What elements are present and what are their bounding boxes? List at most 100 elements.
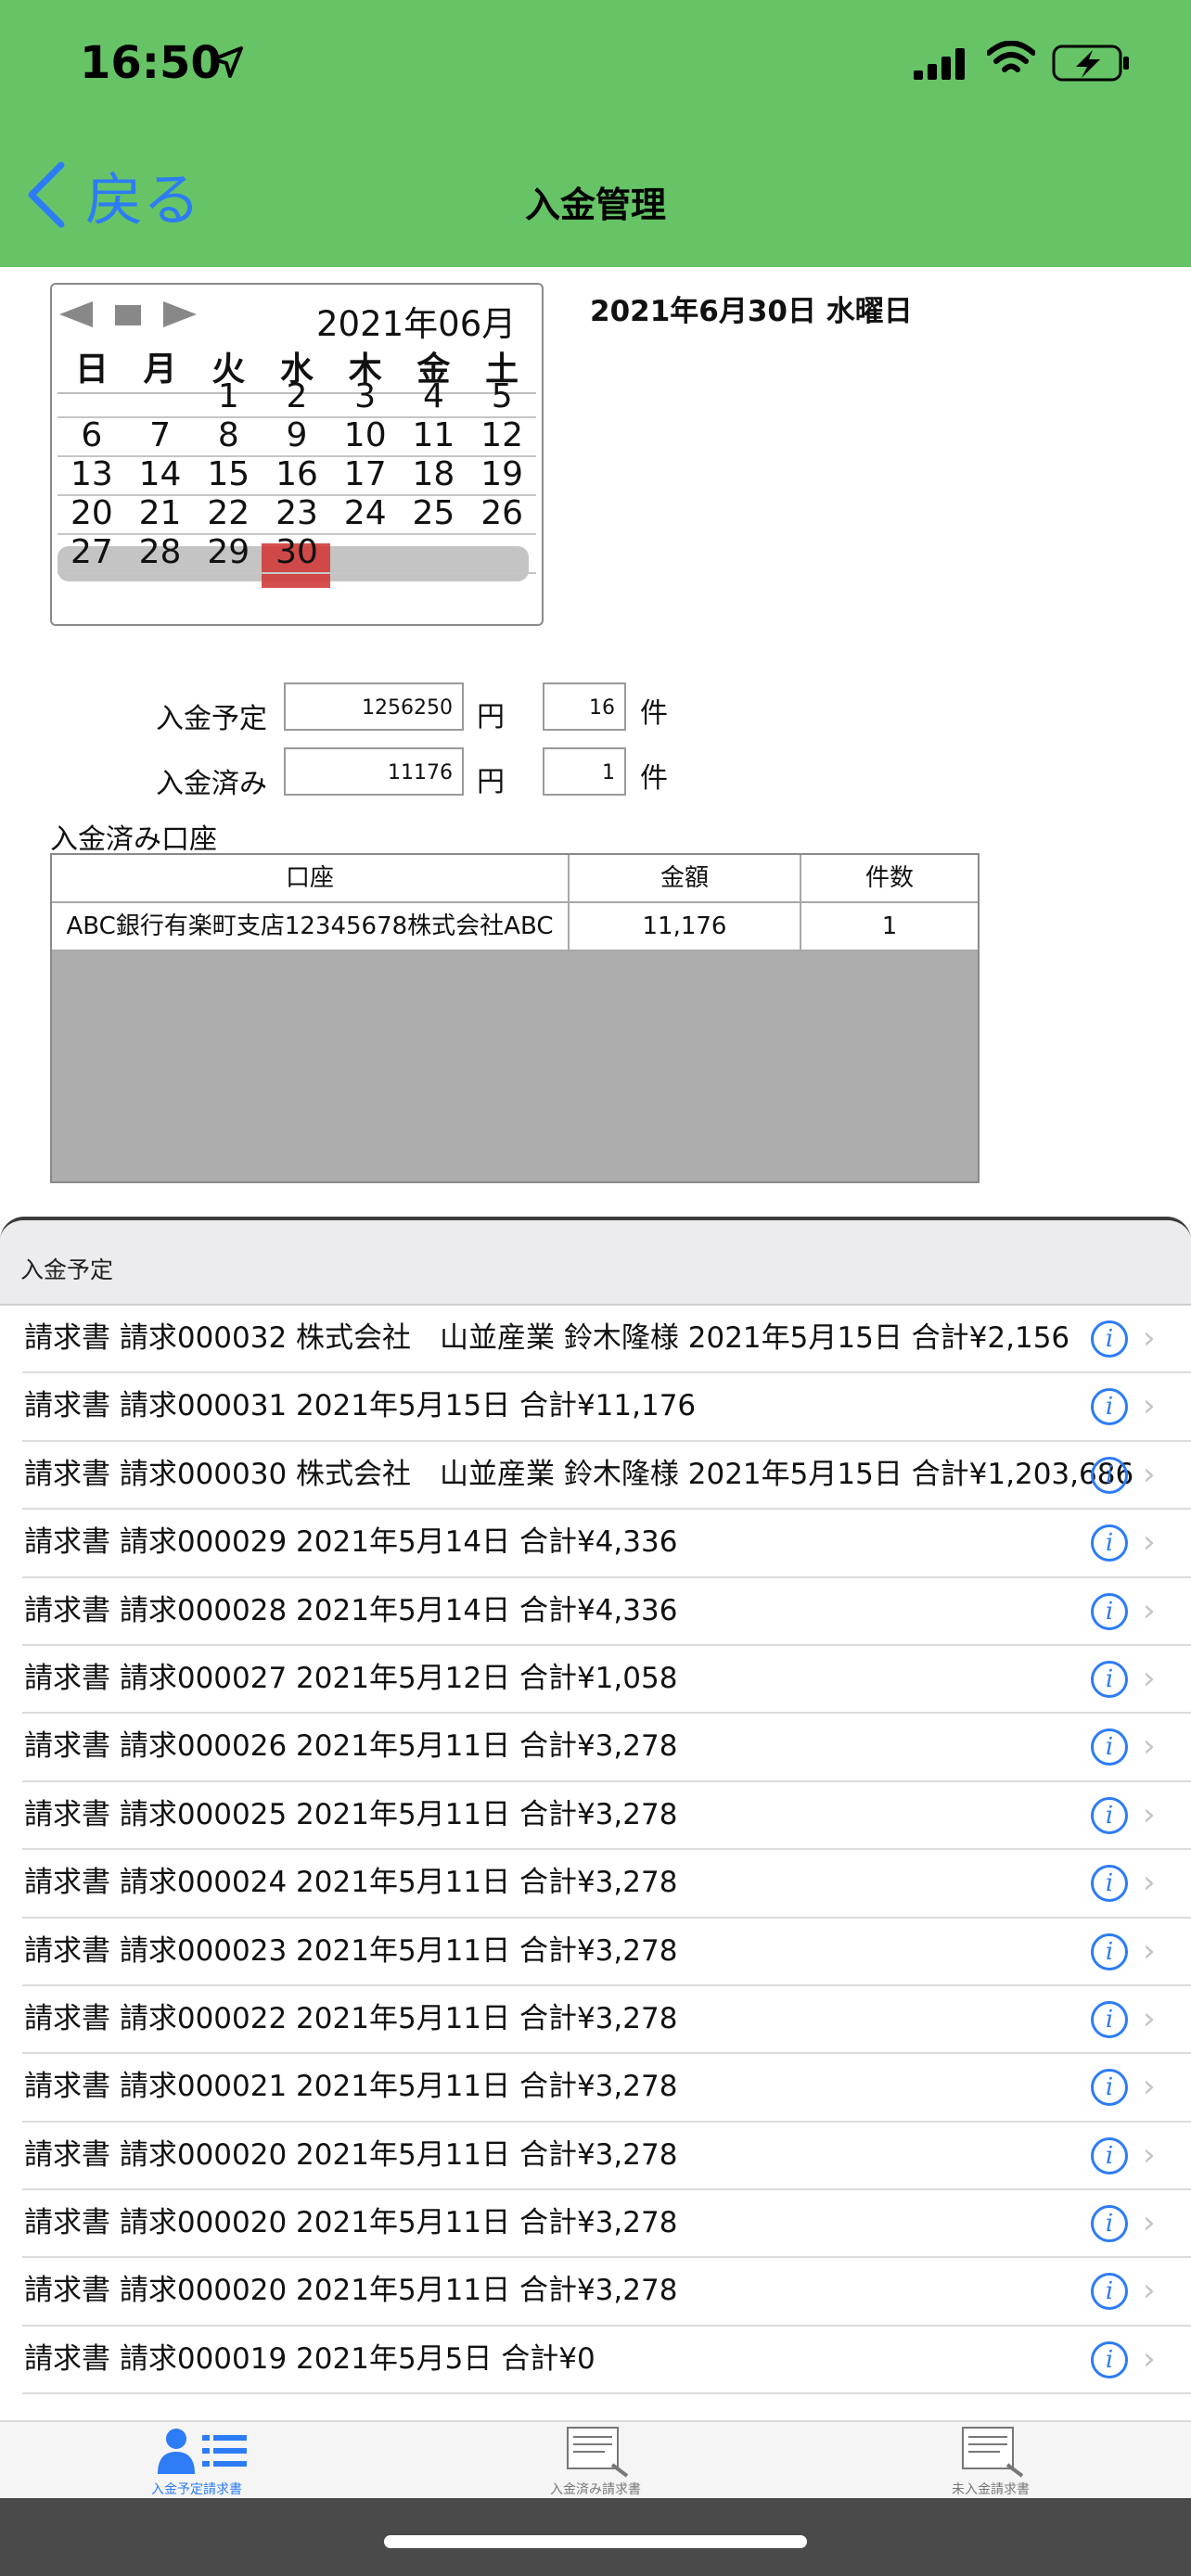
info-icon[interactable]: i [1091, 2000, 1128, 2038]
tab-unpaid-invoices[interactable]: 未入金請求書 [870, 2422, 1111, 2500]
wifi-icon [987, 41, 1035, 72]
info-icon[interactable]: i [1091, 1660, 1128, 1698]
list-item[interactable]: 請求書 請求000023 2021年5月11日 合計¥3,278 i › [22, 1919, 1191, 1986]
list-item[interactable]: 請求書 請求000020 2021年5月11日 合計¥3,278 i › [22, 2123, 1191, 2191]
info-icon[interactable]: i [1091, 1728, 1128, 1766]
scheduled-count-field[interactable]: 16 [543, 682, 626, 731]
calendar-day[interactable]: 10 [331, 416, 400, 455]
info-icon[interactable]: i [1091, 2205, 1128, 2243]
calendar-day[interactable]: 24 [331, 494, 400, 533]
list-item[interactable]: 請求書 請求000029 2021年5月14日 合計¥4,336 i › [22, 1510, 1191, 1578]
count-cell: 1 [801, 903, 978, 951]
invoice-list-sheet: 入金予定 請求書 請求000032 株式会社 山並産業 鈴木隆様 2021年5月… [0, 1217, 1191, 2426]
chevron-right-icon: › [1143, 2340, 1156, 2378]
scheduled-label: 入金予定 [156, 703, 267, 735]
tab-label: 入金予定請求書 [151, 2482, 242, 2497]
today-icon[interactable] [115, 305, 141, 325]
list-item[interactable]: 請求書 請求000030 株式会社 山並産業 鈴木隆様 2021年5月15日 合… [22, 1442, 1191, 1511]
info-icon[interactable]: i [1091, 1456, 1128, 1494]
list-item[interactable]: 請求書 請求000028 2021年5月14日 合計¥4,336 i › [22, 1578, 1191, 1646]
calendar-day[interactable]: 21 [126, 494, 195, 533]
list-item[interactable]: 請求書 請求000031 2021年5月15日 合計¥11,176 i › [22, 1373, 1191, 1442]
tab-label: 未入金請求書 [952, 2482, 1030, 2497]
calendar-day[interactable]: 20 [58, 494, 126, 533]
info-icon[interactable]: i [1091, 2273, 1128, 2311]
calendar-day[interactable]: 26 [467, 494, 536, 533]
list-item[interactable]: 請求書 請求000024 2021年5月11日 合計¥3,278 i › [22, 1850, 1191, 1919]
next-month-icon[interactable] [163, 301, 197, 327]
info-icon[interactable]: i [1091, 1932, 1128, 1970]
calendar-day[interactable]: 14 [126, 455, 195, 494]
invoice-summary: 請求書 請求000032 株式会社 山並産業 鈴木隆様 2021年5月15日 合… [24, 1321, 1070, 1355]
info-icon[interactable]: i [1091, 1592, 1128, 1630]
calendar-day[interactable]: 8 [194, 416, 263, 455]
info-icon[interactable]: i [1091, 1796, 1128, 1834]
info-icon[interactable]: i [1091, 1865, 1128, 1903]
chevron-right-icon: › [1143, 2204, 1156, 2242]
calendar-day[interactable]: 25 [400, 494, 468, 533]
invoice-summary: 請求書 請求000029 2021年5月14日 合計¥4,336 [24, 1525, 678, 1560]
info-icon[interactable]: i [1091, 1388, 1128, 1426]
account-cell: ABC銀行有楽町支店12345678株式会社ABC [52, 903, 570, 951]
info-icon[interactable]: i [1091, 2136, 1128, 2174]
calendar-day[interactable]: 19 [467, 455, 536, 494]
list-item[interactable]: 請求書 請求000020 2021年5月11日 合計¥3,278 i › [22, 2258, 1191, 2327]
calendar-day[interactable]: 1 [194, 377, 263, 416]
list-item[interactable]: 請求書 請求000020 2021年5月11日 合計¥3,278 i › [22, 2190, 1191, 2259]
location-arrow-icon [211, 46, 243, 78]
calendar-day[interactable]: 28 [126, 533, 195, 572]
invoice-summary: 請求書 請求000030 株式会社 山並産業 鈴木隆様 2021年5月15日 合… [24, 1457, 1134, 1491]
list-item[interactable]: 請求書 請求000022 2021年5月11日 合計¥3,278 i › [22, 1986, 1191, 2055]
tab-paid-invoices[interactable]: 入金済み請求書 [475, 2422, 716, 2500]
calendar-week-row: 13 14 15 16 17 18 19 [58, 455, 536, 496]
scheduled-amount-field[interactable]: 1256250 [284, 682, 464, 731]
info-icon[interactable]: i [1091, 1524, 1128, 1562]
calendar-day[interactable]: 3 [331, 377, 400, 416]
calendar-day[interactable]: 16 [263, 455, 331, 494]
calendar-day[interactable]: 12 [467, 416, 536, 455]
calendar-day[interactable]: 29 [194, 533, 263, 572]
calendar-day[interactable]: 22 [194, 494, 263, 533]
calendar-day[interactable]: 11 [400, 416, 468, 455]
home-indicator-area [0, 2498, 1191, 2576]
calendar-day[interactable]: 5 [467, 377, 536, 416]
list-item[interactable]: 請求書 請求000032 株式会社 山並産業 鈴木隆様 2021年5月15日 合… [22, 1306, 1191, 1374]
info-icon[interactable]: i [1091, 2069, 1128, 2107]
calendar-day[interactable]: 18 [400, 455, 468, 494]
info-icon[interactable]: i [1091, 1320, 1128, 1358]
info-icon[interactable]: i [1091, 2340, 1128, 2378]
calendar-day[interactable]: 17 [331, 455, 400, 494]
calendar-day[interactable]: 30 [263, 533, 331, 572]
calendar-day[interactable]: 15 [194, 455, 263, 494]
table-row[interactable]: ABC銀行有楽町支店12345678株式会社ABC 11,176 1 [52, 903, 978, 951]
calendar-day[interactable]: 23 [263, 494, 331, 533]
list-item[interactable]: 請求書 請求000019 2021年5月5日 合計¥0 i › [22, 2327, 1191, 2395]
column-header-amount: 金額 [570, 855, 801, 903]
list-item[interactable]: 請求書 請求000025 2021年5月11日 合計¥3,278 i › [22, 1782, 1191, 1851]
calendar-day[interactable]: 9 [263, 416, 331, 455]
yen-unit: 円 [477, 701, 505, 733]
calendar-day[interactable]: 7 [126, 416, 195, 455]
person-list-icon [158, 2429, 247, 2474]
previous-month-icon[interactable] [59, 301, 93, 327]
page-title: 入金管理 [524, 185, 666, 225]
navigation-header: 16:50 戻る 入金管理 [0, 0, 1191, 267]
invoice-summary: 請求書 請求000021 2021年5月11日 合計¥3,278 [24, 2070, 678, 2104]
calendar-day [331, 533, 400, 572]
list-item[interactable]: 請求書 請求000027 2021年5月12日 合計¥1,058 i › [22, 1646, 1191, 1715]
table-header: 口座 金額 件数 [52, 855, 978, 903]
paid-count-field[interactable]: 1 [543, 747, 626, 796]
list-item[interactable]: 請求書 請求000026 2021年5月11日 合計¥3,278 i › [22, 1714, 1191, 1782]
calendar-day[interactable]: 13 [58, 455, 126, 494]
home-indicator[interactable] [384, 2535, 807, 2548]
tab-scheduled-invoices[interactable]: 入金予定請求書 [76, 2422, 317, 2500]
calendar-day[interactable]: 6 [58, 416, 126, 455]
calendar-day[interactable]: 2 [263, 377, 331, 416]
calendar-week-row: 20 21 22 23 24 25 26 [58, 494, 536, 535]
calendar-day[interactable]: 27 [58, 533, 126, 572]
list-item[interactable]: 請求書 請求000021 2021年5月11日 合計¥3,278 i › [22, 2054, 1191, 2123]
paid-amount-field[interactable]: 11176 [284, 747, 464, 796]
calendar-day[interactable]: 4 [400, 377, 468, 416]
tab-bar: 入金予定請求書 入金済み請求書 未入金請求書 [0, 2420, 1191, 2500]
amount-cell: 11,176 [570, 903, 801, 951]
